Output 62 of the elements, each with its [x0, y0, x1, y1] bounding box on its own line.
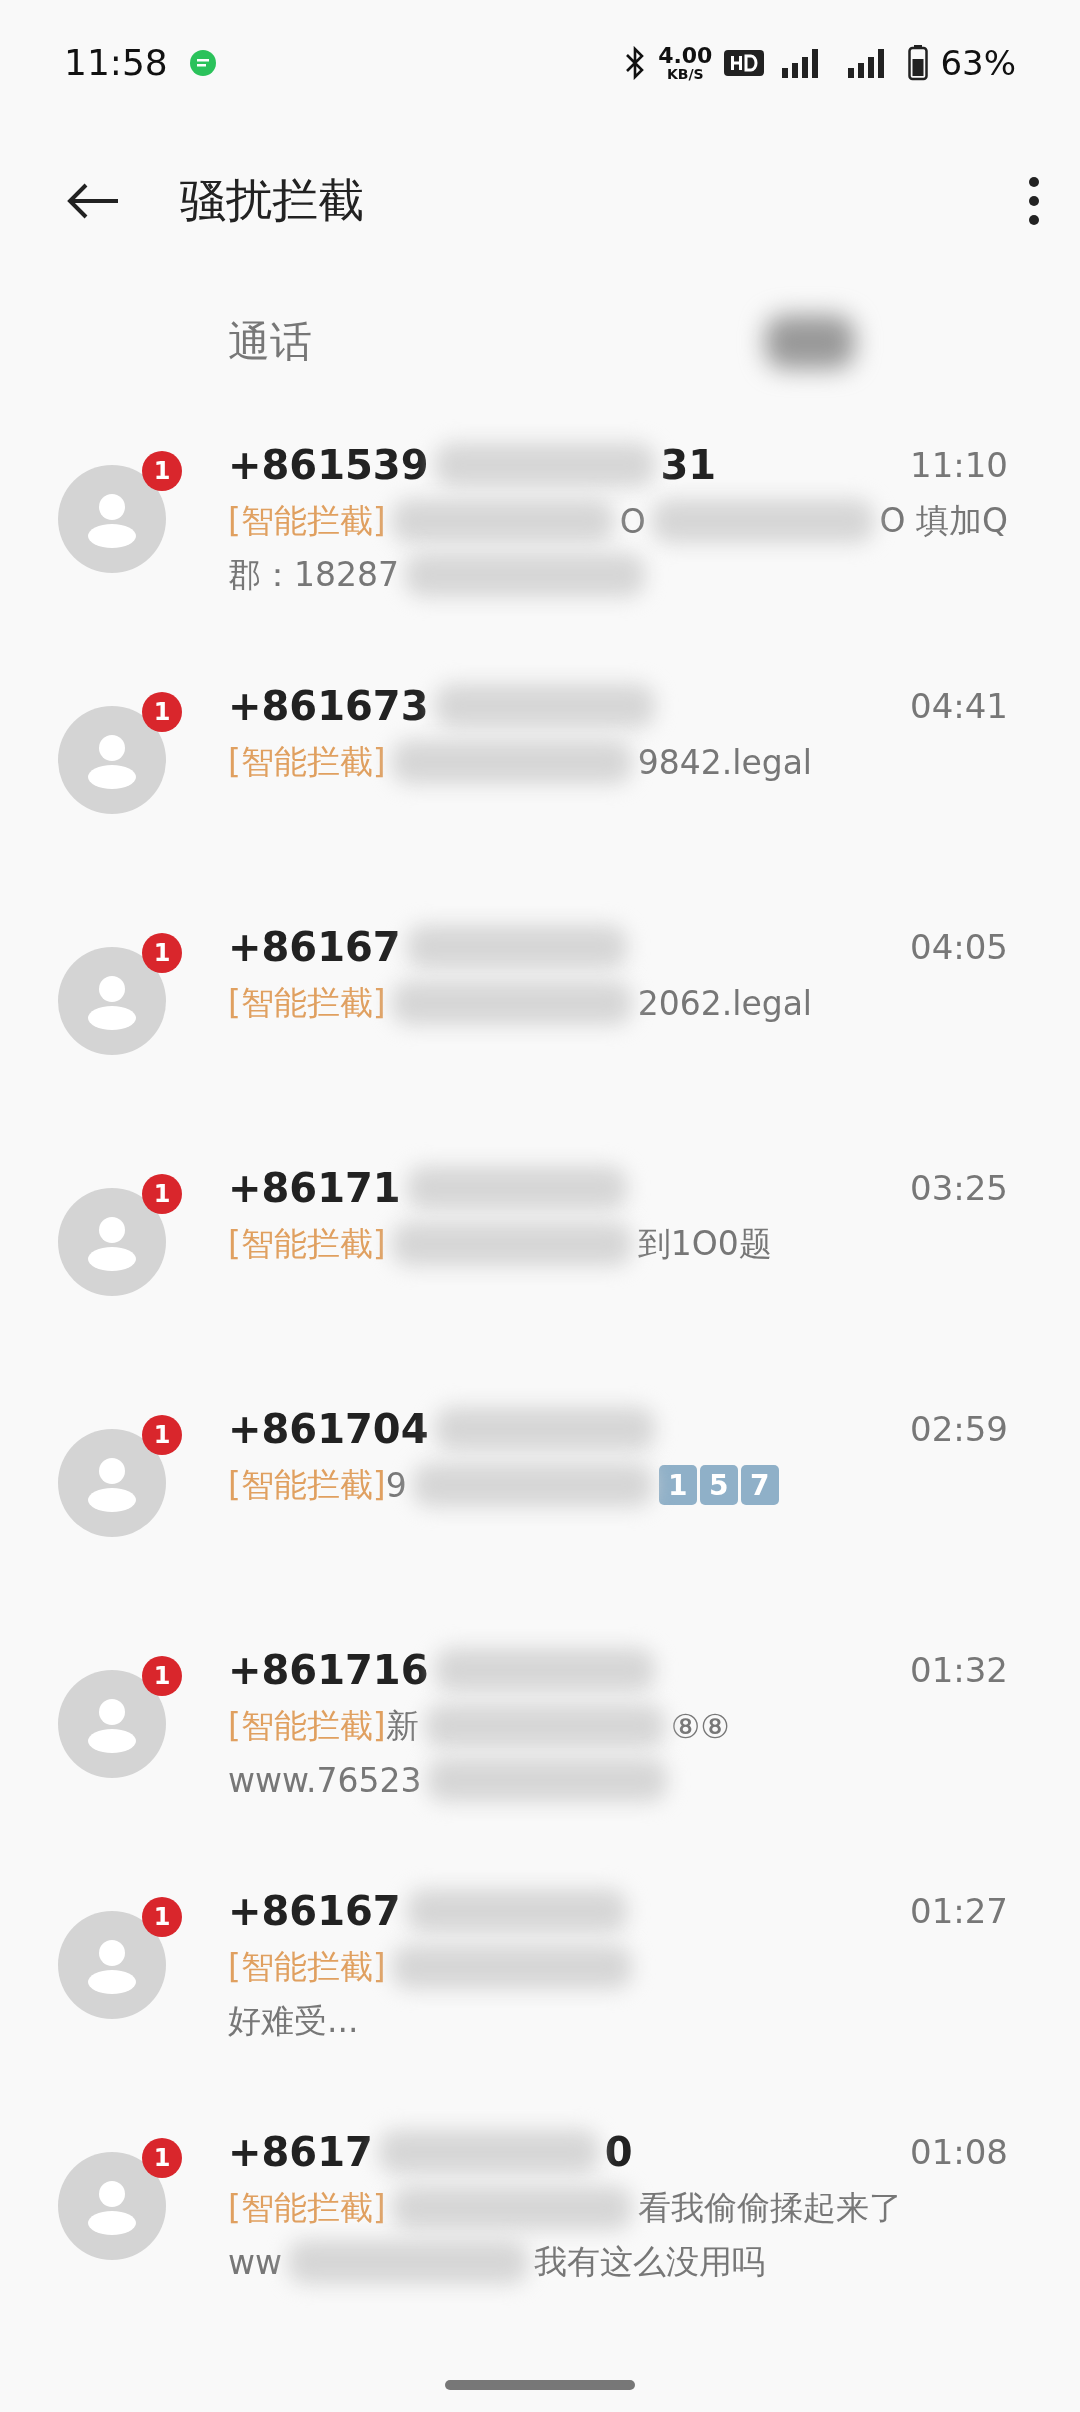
blocked-tag: [智能拦截]	[228, 498, 386, 544]
blocked-tag: [智能拦截]	[228, 1703, 386, 1749]
unread-badge: 1	[142, 692, 182, 732]
message-time: 02:59	[910, 1409, 1008, 1449]
unread-badge: 1	[142, 1897, 182, 1937]
hd-icon	[724, 49, 765, 76]
page-title: 骚扰拦截	[180, 172, 364, 229]
blocked-tag: [智能拦截]	[228, 739, 386, 785]
unread-badge: 1	[142, 1656, 182, 1696]
message-preview: ⑧⑧	[670, 1706, 730, 1746]
more-options-icon[interactable]	[1028, 176, 1040, 226]
unread-badge: 1	[142, 2138, 182, 2178]
phone-number: +861673	[228, 683, 429, 729]
message-preview: 2062.legal	[637, 983, 813, 1023]
message-time: 01:27	[910, 1891, 1008, 1931]
clock: 11:58	[64, 42, 168, 83]
message-time: 01:08	[910, 2132, 1008, 2172]
unread-badge: 1	[142, 451, 182, 491]
tab[interactable]: 通话	[0, 292, 540, 392]
phone-number: +861716	[228, 1647, 429, 1693]
message-time: 03:25	[910, 1168, 1008, 1208]
message-preview: 郡：18287	[228, 553, 399, 596]
speed-unit: KB/S	[666, 66, 704, 81]
phone-number: +8617	[228, 2129, 373, 2175]
unread-badge: 1	[142, 933, 182, 973]
keycap-digit: 5	[699, 1465, 738, 1505]
phone-number: +861539	[228, 442, 429, 488]
message-preview: O	[619, 501, 646, 541]
back-arrow-icon[interactable]	[66, 181, 120, 221]
message-preview: 9842.legal	[637, 742, 813, 782]
message-time: 04:41	[910, 686, 1008, 726]
phone-number: +86167	[228, 924, 401, 970]
message-preview: ww	[228, 2242, 282, 2282]
phone-number: 31	[660, 442, 717, 488]
blocked-tag: [智能拦截]	[228, 1944, 386, 1990]
message-preview: 看我偷偷揉起来了	[637, 2186, 902, 2229]
battery-icon	[908, 44, 929, 81]
blocked-tag: [智能拦截]	[228, 1221, 386, 1267]
message-icon	[187, 47, 218, 78]
battery-level: 63%	[940, 42, 1016, 83]
keycap-digit: 1	[658, 1465, 697, 1505]
message-preview: 新	[385, 1704, 419, 1747]
message-time: 11:10	[910, 445, 1008, 485]
phone-number: +86167	[228, 1888, 401, 1934]
unread-badge: 1	[142, 1174, 182, 1214]
keycap-digit: 7	[740, 1465, 779, 1505]
phone-number: +861704	[228, 1406, 429, 1452]
message-preview: 我有这么没用吗	[534, 2240, 765, 2283]
message-preview: O 填加Q	[879, 499, 1008, 542]
blocked-tag: [智能拦截]	[228, 980, 386, 1026]
message-time: 04:05	[910, 927, 1008, 967]
message-preview: 到1O0题	[637, 1222, 772, 1265]
blocked-tag: [智能拦截]	[228, 1462, 386, 1508]
phone-number: +86171	[228, 1165, 401, 1211]
message-preview: www.76523	[228, 1760, 422, 1800]
message-preview: 9	[385, 1465, 407, 1505]
unread-badge: 1	[142, 1415, 182, 1455]
message-time: 01:32	[910, 1650, 1008, 1690]
phone-number: 0	[604, 2129, 633, 2175]
blocked-tag: [智能拦截]	[228, 2185, 386, 2231]
network-speed: 4.00	[658, 44, 713, 67]
message-preview: 好难受...	[228, 1999, 359, 2042]
